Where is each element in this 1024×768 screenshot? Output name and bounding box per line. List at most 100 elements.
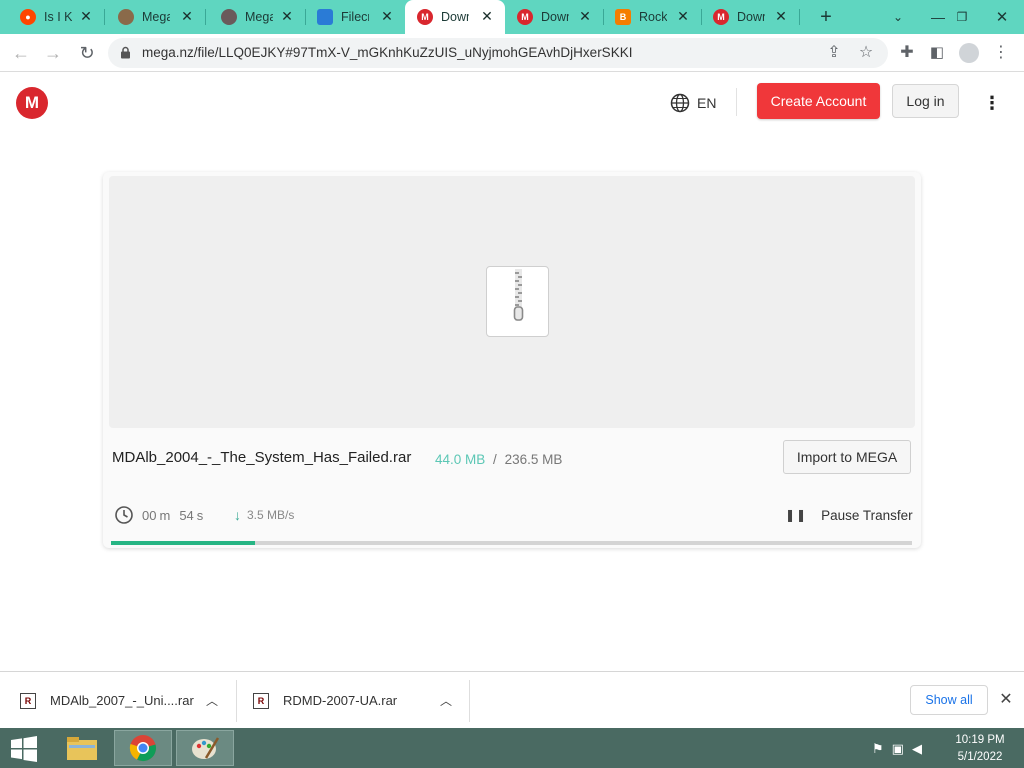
reddit-icon: ● (20, 9, 36, 25)
globe-icon (670, 93, 690, 113)
tab-title: Downl (541, 10, 569, 24)
browser-tab-strip: ● Is I Kn ✕ Mega ✕ Mega ✕ Filecry ✕ M Do… (0, 0, 1024, 34)
clock-date: 5/1/2022 (957, 751, 1003, 763)
time-seconds-unit: s (196, 507, 204, 523)
download-item[interactable]: R MDAlb_2007_-_Uni....rar ︿ (20, 672, 236, 729)
chrome-icon[interactable] (114, 730, 172, 766)
paint-icon[interactable] (176, 730, 234, 766)
close-tab-icon[interactable]: ✕ (773, 8, 789, 24)
address-bar[interactable]: mega.nz/file/LLQ0EJKY#97TmX-V_mGKnhKuZzU… (108, 38, 888, 68)
time-remaining: 00 m 54 s (114, 505, 203, 525)
time-minutes: 00 (142, 507, 157, 523)
close-tab-icon[interactable]: ✕ (479, 8, 495, 24)
show-all-button[interactable]: Show all (910, 685, 988, 715)
language-selector[interactable]: EN (670, 92, 716, 114)
pause-icon: ❚❚ (785, 508, 808, 522)
tab-title: Rock I (639, 10, 667, 24)
chevron-up-icon[interactable]: ︿ (206, 692, 218, 709)
login-button[interactable]: Log in (892, 84, 959, 118)
file-name: MDAlb_2004_-_The_System_Has_Failed.rar (112, 449, 412, 466)
transfer-size: 44.0 MB / 236.5 MB (435, 452, 562, 467)
archive-file-icon (486, 266, 549, 337)
browser-toolbar: ← → ↻ mega.nz/file/LLQ0EJKY#97TmX-V_mGKn… (0, 34, 1024, 72)
tab-title: Mega (142, 10, 170, 24)
file-explorer-icon[interactable] (53, 730, 111, 766)
speed-value: 3.5 MB/s (247, 508, 295, 522)
create-account-button[interactable]: Create Account (757, 83, 880, 119)
avatar-icon (221, 9, 237, 25)
total-size: 236.5 MB (504, 452, 563, 467)
tab-title: Filecry (341, 10, 369, 24)
more-menu-icon[interactable]: ⋮ (982, 90, 1002, 116)
avatar-icon (118, 9, 134, 25)
tab-reddit[interactable]: ● Is I Kn ✕ (0, 0, 104, 34)
tab-title: Is I Kn (44, 10, 72, 24)
close-tab-icon[interactable]: ✕ (179, 8, 195, 24)
pause-transfer-label: Pause Transfer (821, 507, 913, 523)
download-item-name: MDAlb_2007_-_Uni....rar (50, 693, 194, 708)
tab-mega-2[interactable]: Mega ✕ (205, 0, 305, 34)
tab-search-chevron-icon[interactable]: ⌄ (876, 0, 920, 34)
shelf-divider (469, 680, 470, 722)
bookmark-star-icon[interactable]: ☆ (856, 43, 876, 63)
profile-avatar-icon[interactable] (956, 40, 982, 66)
blogger-icon: B (615, 9, 631, 25)
network-icon[interactable]: ▣ (892, 741, 904, 757)
rar-file-icon: R (253, 692, 269, 709)
restore-icon[interactable]: ❐ (940, 0, 984, 34)
windows-start-icon[interactable] (10, 736, 38, 762)
size-separator: / (493, 452, 497, 467)
time-seconds: 54 (179, 507, 194, 523)
close-shelf-icon[interactable]: ✕ (996, 690, 1016, 710)
window-close-icon[interactable]: ✕ (980, 0, 1024, 34)
close-tab-icon[interactable]: ✕ (675, 8, 691, 24)
mega-icon: M (517, 9, 533, 25)
mega-logo[interactable]: M (16, 87, 48, 119)
chevron-up-icon[interactable]: ︿ (440, 692, 452, 709)
shelf-divider (236, 680, 237, 722)
tab-filecrypt[interactable]: Filecry ✕ (305, 0, 405, 34)
url-text: mega.nz/file/LLQ0EJKY#97TmX-V_mGKnhKuZzU… (142, 45, 633, 60)
tab-rock[interactable]: B Rock I ✕ (603, 0, 701, 34)
tab-title: Downl (441, 10, 469, 24)
mega-logo-letter: M (24, 93, 40, 112)
tab-download-3[interactable]: M Downl ✕ (701, 0, 799, 34)
close-tab-icon[interactable]: ✕ (78, 8, 94, 24)
close-tab-icon[interactable]: ✕ (577, 8, 593, 24)
rar-file-icon: R (20, 692, 36, 709)
side-panel-icon[interactable]: ◧ (924, 40, 950, 66)
import-to-mega-button[interactable]: Import to MEGA (783, 440, 911, 474)
forward-arrow-icon[interactable]: → (40, 40, 66, 66)
tab-mega-1[interactable]: Mega ✕ (104, 0, 205, 34)
lock-icon (121, 46, 130, 59)
download-shelf: R MDAlb_2007_-_Uni....rar ︿ R RDMD-2007-… (0, 671, 1024, 728)
browser-menu-icon[interactable]: ⋮ (988, 40, 1014, 66)
clock-icon (115, 506, 133, 524)
reload-icon[interactable]: ↻ (74, 40, 100, 66)
back-arrow-icon[interactable]: ← (8, 40, 34, 66)
pause-transfer-button[interactable]: ❚❚ Pause Transfer (785, 506, 913, 524)
extensions-puzzle-icon[interactable]: ✚ (894, 40, 920, 66)
tab-divider (799, 9, 800, 25)
close-tab-icon[interactable]: ✕ (279, 8, 295, 24)
tab-download-2[interactable]: M Downl ✕ (505, 0, 603, 34)
download-item-name: RDMD-2007-UA.rar (283, 693, 398, 708)
download-progress-bar (111, 541, 912, 545)
close-tab-icon[interactable]: ✕ (379, 8, 395, 24)
language-label: EN (697, 95, 717, 111)
download-progress-fill (111, 541, 256, 545)
windows-taskbar (0, 728, 1024, 768)
file-preview-area (109, 176, 915, 428)
taskbar-clock[interactable]: 10:19 PM 5/1/2022 (940, 732, 1020, 766)
volume-muted-icon[interactable]: ◀ (912, 741, 922, 757)
download-item[interactable]: R RDMD-2007-UA.rar ︿ (253, 672, 469, 729)
action-center-flag-icon[interactable]: ⚑ (872, 741, 884, 757)
mega-icon: M (713, 9, 729, 25)
tab-title: Mega (245, 10, 273, 24)
tab-download-active[interactable]: M Downl ✕ (405, 0, 505, 34)
new-tab-icon[interactable]: + (804, 0, 848, 34)
tab-title: Downl (737, 10, 765, 24)
system-tray: ⚑ ▣ ◀ (872, 740, 922, 758)
share-icon[interactable]: ⇪ (824, 43, 844, 63)
file-download-card: MDAlb_2004_-_The_System_Has_Failed.rar 4… (103, 172, 921, 548)
